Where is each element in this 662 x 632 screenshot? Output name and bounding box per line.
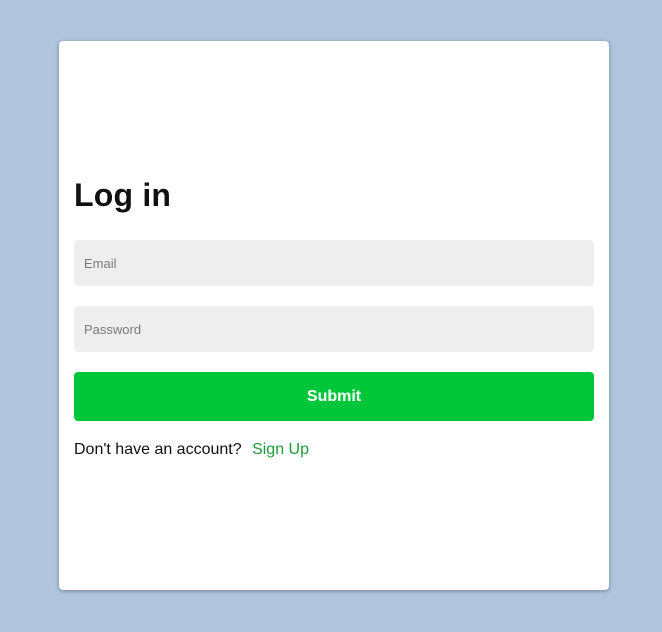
submit-button[interactable]: Submit xyxy=(74,372,594,421)
signup-prompt: Don't have an account? xyxy=(74,441,242,458)
page-background: Log in Submit Don't have an account? Sig… xyxy=(0,0,662,632)
login-card: Log in Submit Don't have an account? Sig… xyxy=(59,41,609,590)
password-field[interactable] xyxy=(74,306,594,352)
email-field[interactable] xyxy=(74,240,594,286)
signup-link[interactable]: Sign Up xyxy=(252,441,309,458)
signup-row: Don't have an account? Sign Up xyxy=(74,440,309,460)
page-title: Log in xyxy=(74,177,172,213)
